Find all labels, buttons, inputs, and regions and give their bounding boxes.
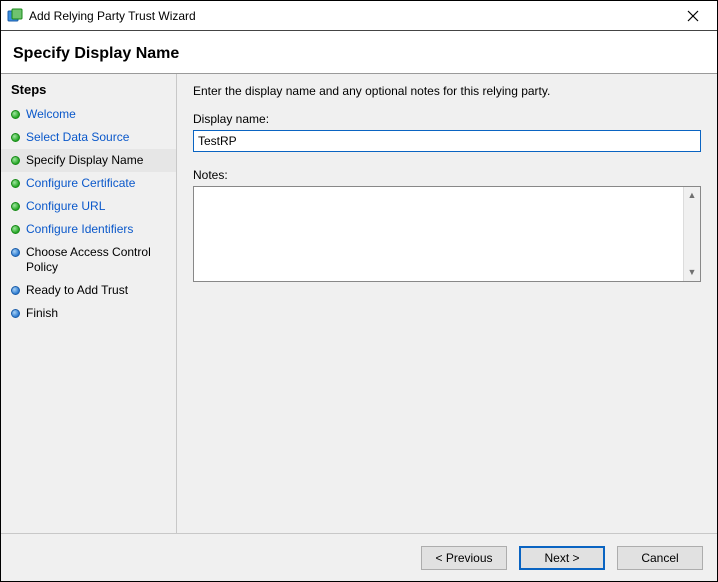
display-name-input[interactable] <box>193 130 701 152</box>
window-title: Add Relying Party Trust Wizard <box>29 9 673 23</box>
step-bullet-icon <box>11 179 20 188</box>
step-bullet-icon <box>11 133 20 142</box>
titlebar: Add Relying Party Trust Wizard <box>1 1 717 31</box>
step-label: Configure URL <box>26 199 105 214</box>
close-icon <box>687 10 699 22</box>
display-name-label: Display name: <box>193 112 701 126</box>
notes-label: Notes: <box>193 168 701 182</box>
step-bullet-icon <box>11 202 20 211</box>
step-label: Finish <box>26 306 58 321</box>
scroll-down-icon: ▼ <box>684 264 700 281</box>
next-button[interactable]: Next > <box>519 546 605 570</box>
previous-button[interactable]: < Previous <box>421 546 507 570</box>
step-select-data-source[interactable]: Select Data Source <box>1 126 176 149</box>
step-label: Configure Certificate <box>26 176 135 191</box>
step-specify-display-name[interactable]: Specify Display Name <box>1 149 176 172</box>
step-label: Ready to Add Trust <box>26 283 128 298</box>
wizard-window: Add Relying Party Trust Wizard Specify D… <box>0 0 718 582</box>
instruction-text: Enter the display name and any optional … <box>193 84 701 98</box>
body-area: Steps Welcome Select Data Source Specify… <box>1 73 717 533</box>
step-label: Specify Display Name <box>26 153 143 168</box>
content-pane: Enter the display name and any optional … <box>177 74 717 533</box>
step-configure-certificate[interactable]: Configure Certificate <box>1 172 176 195</box>
step-configure-identifiers[interactable]: Configure Identifiers <box>1 218 176 241</box>
step-welcome[interactable]: Welcome <box>1 103 176 126</box>
step-label: Welcome <box>26 107 76 122</box>
notes-textarea[interactable] <box>194 187 683 281</box>
steps-sidebar: Steps Welcome Select Data Source Specify… <box>1 74 177 533</box>
step-bullet-icon <box>11 156 20 165</box>
page-title: Specify Display Name <box>13 45 705 63</box>
page-header: Specify Display Name <box>1 31 717 73</box>
cancel-button[interactable]: Cancel <box>617 546 703 570</box>
step-ready-to-add-trust: Ready to Add Trust <box>1 279 176 302</box>
step-finish: Finish <box>1 302 176 325</box>
steps-heading: Steps <box>1 80 176 103</box>
step-label: Configure Identifiers <box>26 222 133 237</box>
scroll-up-icon: ▲ <box>684 187 700 204</box>
step-choose-access-control-policy: Choose Access Control Policy <box>1 241 176 279</box>
step-bullet-icon <box>11 309 20 318</box>
step-bullet-icon <box>11 248 20 257</box>
close-button[interactable] <box>673 2 713 30</box>
notes-scrollbar[interactable]: ▲ ▼ <box>683 187 700 281</box>
wizard-button-row: < Previous Next > Cancel <box>1 533 717 581</box>
app-icon <box>7 8 23 24</box>
step-configure-url[interactable]: Configure URL <box>1 195 176 218</box>
step-list: Welcome Select Data Source Specify Displ… <box>1 103 176 325</box>
step-bullet-icon <box>11 110 20 119</box>
notes-container: ▲ ▼ <box>193 186 701 282</box>
step-bullet-icon <box>11 225 20 234</box>
step-label: Select Data Source <box>26 130 129 145</box>
step-label: Choose Access Control Policy <box>26 245 168 275</box>
step-bullet-icon <box>11 286 20 295</box>
